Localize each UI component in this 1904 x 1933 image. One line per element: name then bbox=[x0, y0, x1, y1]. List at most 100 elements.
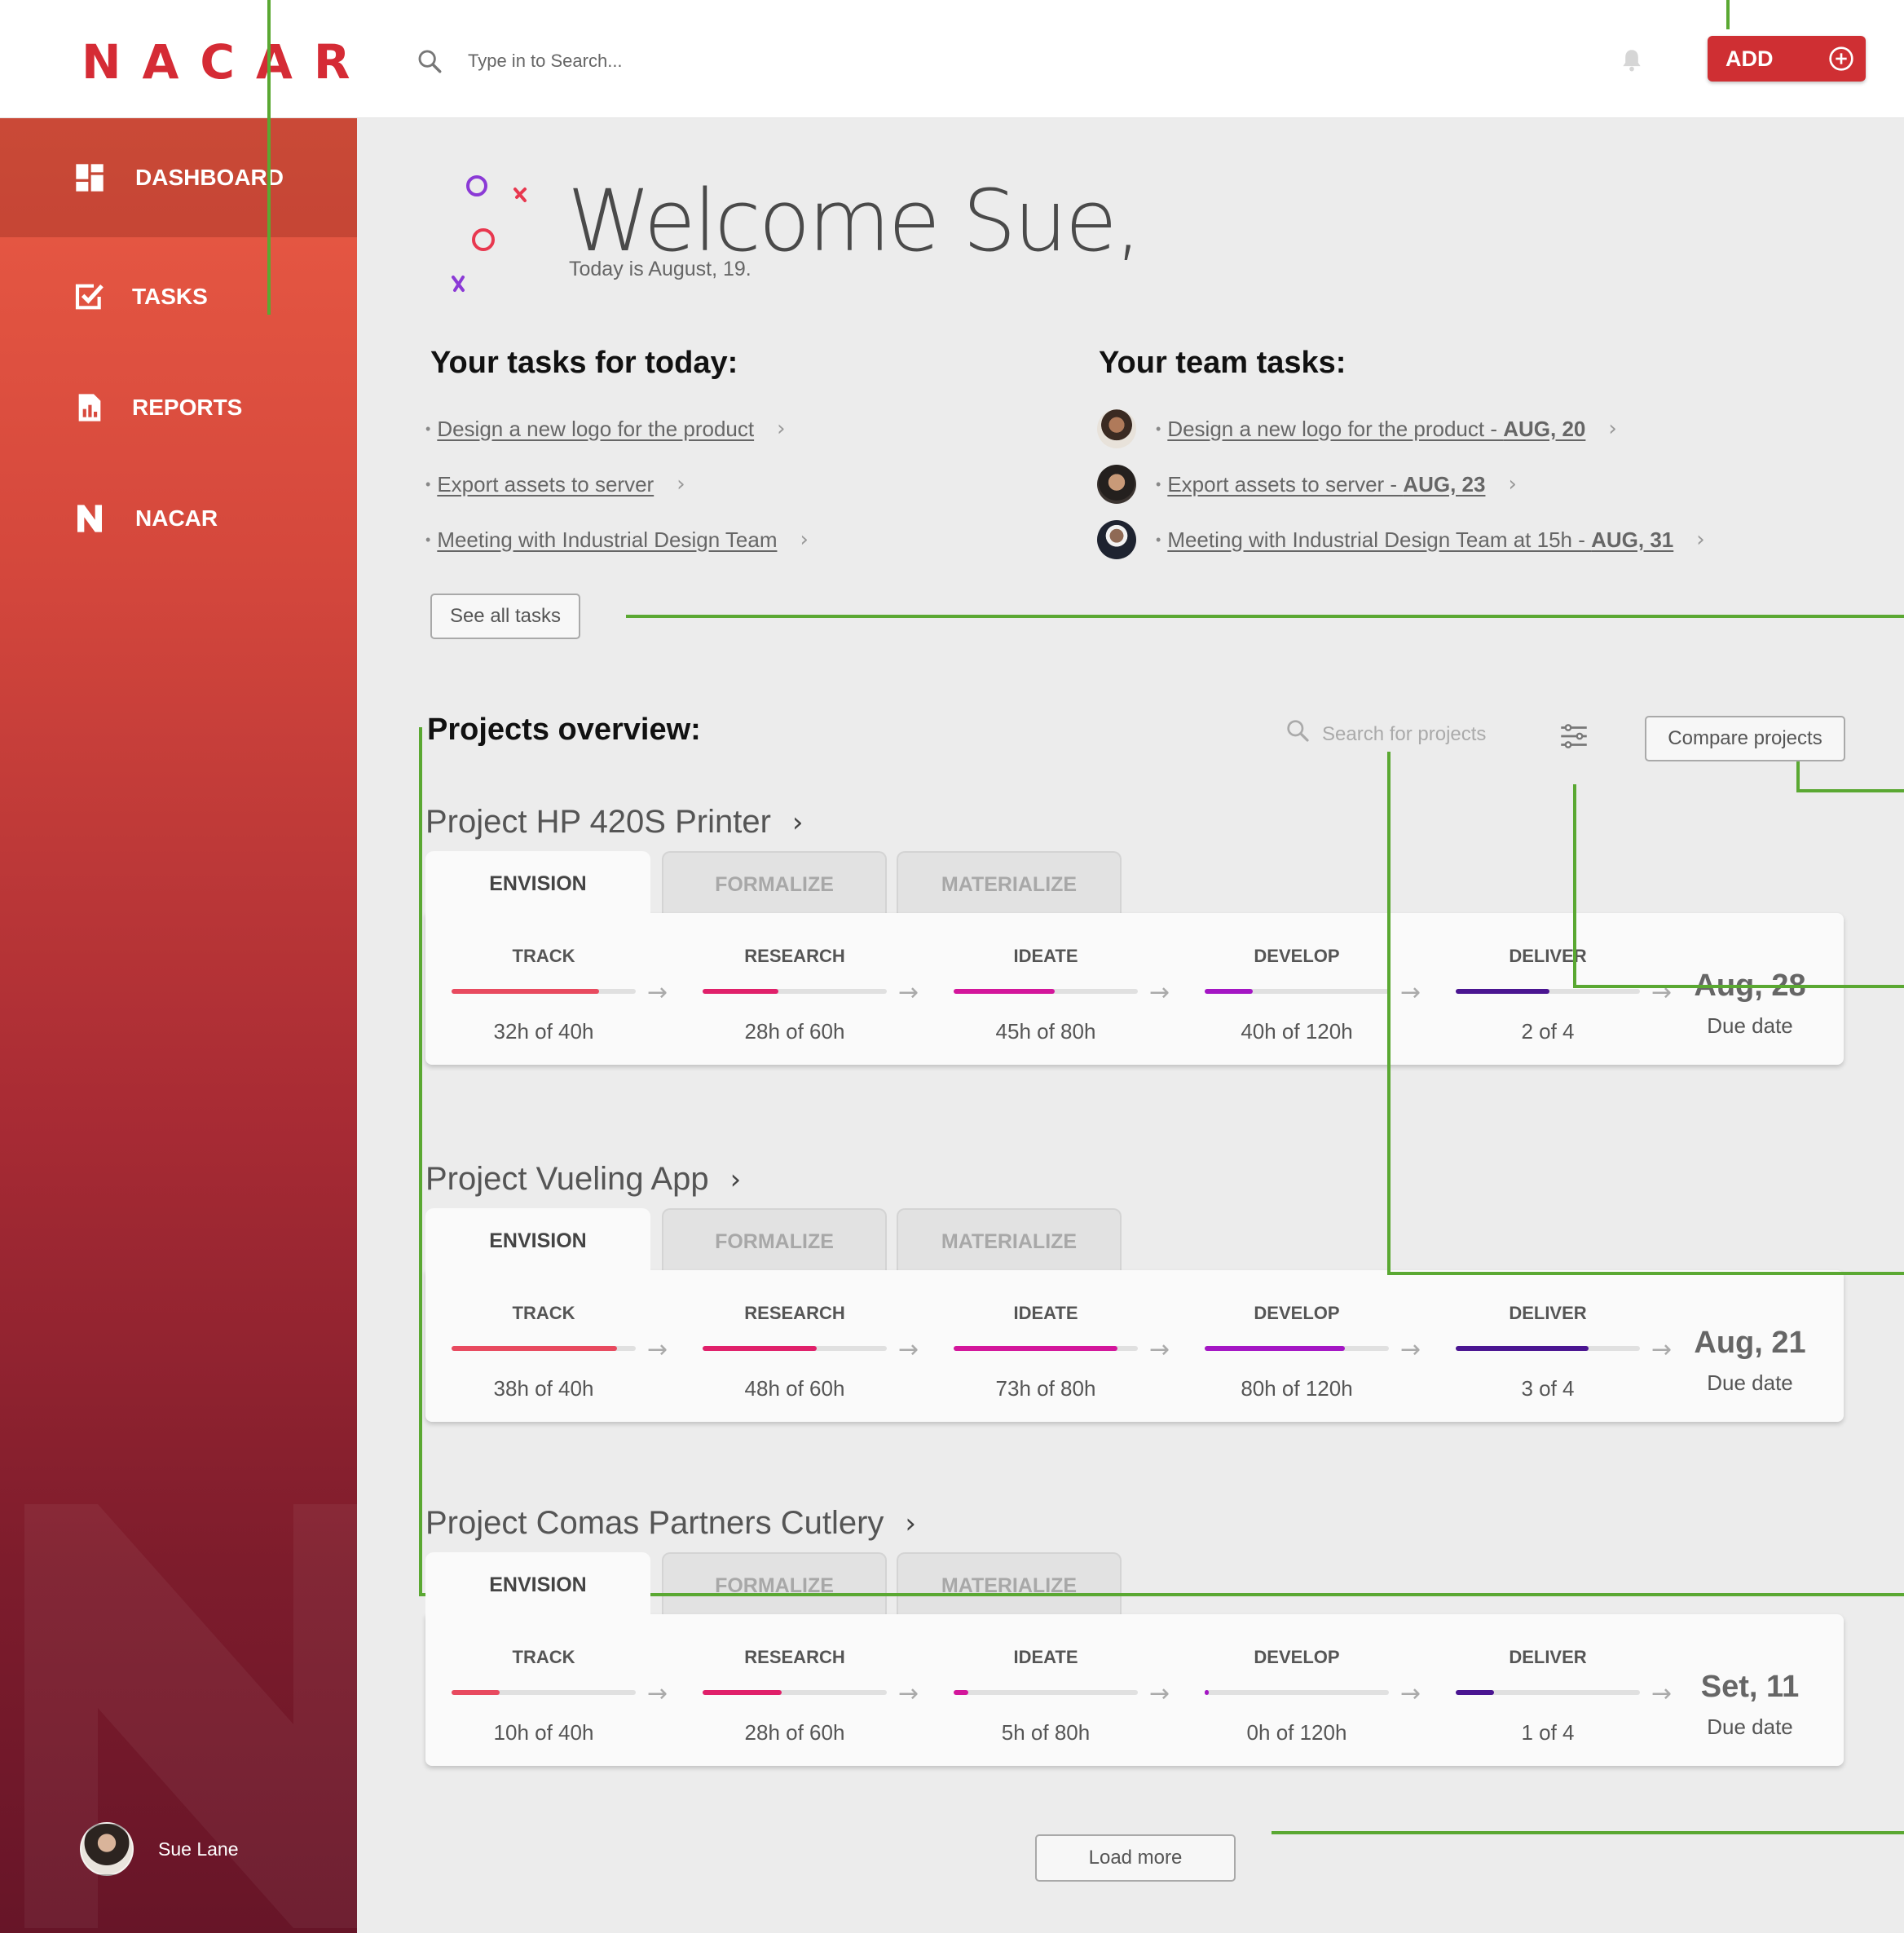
project-title[interactable]: Project Vueling App › bbox=[425, 1161, 741, 1198]
sidebar-item-tasks[interactable]: TASKS bbox=[0, 237, 357, 356]
stage-deliver: DELIVER 3 of 4 bbox=[1456, 1270, 1640, 1422]
global-search-input[interactable] bbox=[468, 42, 957, 80]
stage-value: 10h of 40h bbox=[493, 1720, 594, 1745]
project-title[interactable]: Project Comas Partners Cutlery › bbox=[425, 1505, 916, 1542]
annotation-line bbox=[419, 727, 422, 1596]
progress-bar bbox=[703, 989, 887, 994]
stage-value: 48h of 60h bbox=[744, 1376, 845, 1401]
list-item: • Meeting with Industrial Design Team at … bbox=[1097, 512, 1705, 567]
annotation-line bbox=[1272, 1831, 1904, 1834]
stage-value: 5h of 80h bbox=[1001, 1720, 1091, 1745]
arrow-right-icon: → bbox=[1651, 1335, 1673, 1364]
bell-icon[interactable] bbox=[1618, 46, 1646, 75]
stage-label: DEVELOP bbox=[1254, 1303, 1340, 1323]
stage-develop: DEVELOP 0h of 120h bbox=[1205, 1614, 1389, 1766]
progress-bar-fill bbox=[452, 989, 599, 994]
see-all-tasks-button[interactable]: See all tasks bbox=[430, 594, 580, 639]
project-progress-card: TRACK 32h of 40h → RESEARCH 28h of 60h → IDEAT… bbox=[425, 913, 1844, 1065]
progress-bar bbox=[1456, 989, 1640, 994]
stage-label: DELIVER bbox=[1509, 1647, 1587, 1667]
tab-materialize[interactable]: MATERIALIZE bbox=[897, 851, 1122, 916]
team-task-link[interactable]: Design a new logo for the product - AUG,… bbox=[1167, 417, 1585, 442]
list-item: • Export assets to server - AUG, 23 › bbox=[1097, 457, 1705, 512]
top-bar: NACAR ADD bbox=[0, 0, 1904, 118]
team-task-link[interactable]: Export assets to server - AUG, 23 bbox=[1167, 472, 1485, 497]
compare-projects-button[interactable]: Compare projects bbox=[1645, 716, 1845, 761]
due-date-block: Set, 11 Due date bbox=[1689, 1670, 1811, 1740]
due-date-label: Due date bbox=[1707, 1370, 1793, 1395]
arrow-right-icon: → bbox=[898, 1679, 919, 1708]
filter-sliders-icon[interactable] bbox=[1557, 719, 1591, 753]
task-link[interactable]: Meeting with Industrial Design Team bbox=[437, 527, 777, 553]
stage-develop: DEVELOP 40h of 120h bbox=[1205, 913, 1389, 1065]
nacar-logo[interactable]: NACAR bbox=[82, 34, 372, 90]
arrow-right-icon: → bbox=[1400, 1679, 1421, 1708]
progress-bar bbox=[1205, 989, 1389, 994]
progress-bar bbox=[1205, 1690, 1389, 1695]
progress-bar bbox=[703, 1346, 887, 1351]
checkbox-icon bbox=[75, 284, 104, 310]
annotation-line bbox=[1796, 761, 1800, 792]
plus-circle-icon bbox=[1829, 46, 1853, 71]
annotation-line bbox=[1573, 985, 1904, 988]
sidebar-item-reports[interactable]: REPORTS bbox=[0, 348, 357, 467]
stage-label: DELIVER bbox=[1509, 1303, 1587, 1323]
avatar bbox=[1097, 409, 1136, 448]
chevron-right-icon[interactable]: › bbox=[1696, 527, 1704, 552]
chevron-right-icon[interactable]: › bbox=[777, 417, 785, 441]
stage-label: TRACK bbox=[512, 1303, 575, 1323]
tab-formalize[interactable]: FORMALIZE bbox=[662, 851, 887, 916]
today-date: Today is August, 19. bbox=[569, 258, 751, 280]
stage-value: 2 of 4 bbox=[1521, 1019, 1575, 1044]
sidebar-item-dashboard[interactable]: DASHBOARD bbox=[0, 118, 357, 237]
project-title[interactable]: Project HP 420S Printer › bbox=[425, 804, 804, 841]
chevron-right-icon[interactable]: › bbox=[1608, 417, 1616, 441]
sidebar-item-label: REPORTS bbox=[132, 395, 243, 420]
tab-envision[interactable]: ENVISION bbox=[425, 1208, 650, 1273]
chevron-right-icon[interactable]: › bbox=[1508, 472, 1516, 496]
progress-bar-fill bbox=[954, 1346, 1118, 1351]
project-name: Project Vueling App bbox=[425, 1161, 709, 1197]
due-date-label: Due date bbox=[1707, 1715, 1793, 1739]
team-tasks-list: • Design a new logo for the product - AUG… bbox=[1097, 401, 1705, 567]
load-more-button[interactable]: Load more bbox=[1035, 1834, 1236, 1882]
task-link[interactable]: Export assets to server bbox=[437, 472, 654, 497]
stage-value: 28h of 60h bbox=[744, 1019, 845, 1044]
project-search-input[interactable] bbox=[1322, 717, 1534, 752]
user-name: Sue Lane bbox=[158, 1838, 239, 1860]
user-profile[interactable]: Sue Lane bbox=[80, 1822, 238, 1876]
tab-formalize[interactable]: FORMALIZE bbox=[662, 1552, 887, 1617]
team-task-link[interactable]: Meeting with Industrial Design Team at 1… bbox=[1167, 527, 1673, 553]
add-button[interactable]: ADD bbox=[1708, 36, 1866, 82]
stage-track: TRACK 38h of 40h bbox=[452, 1270, 636, 1422]
stage-label: IDEATE bbox=[1013, 1647, 1078, 1667]
stage-value: 0h of 120h bbox=[1246, 1720, 1347, 1745]
stage-ideate: IDEATE 5h of 80h bbox=[954, 1614, 1138, 1766]
tab-materialize[interactable]: MATERIALIZE bbox=[897, 1552, 1122, 1617]
annotation-line bbox=[1387, 752, 1391, 1275]
tab-envision[interactable]: ENVISION bbox=[425, 1552, 650, 1617]
stage-label: RESEARCH bbox=[744, 946, 845, 966]
due-date: Set, 11 bbox=[1700, 1670, 1800, 1704]
project-progress-card: TRACK 38h of 40h → RESEARCH 48h of 60h → IDEAT… bbox=[425, 1270, 1844, 1422]
arrow-right-icon: → bbox=[1149, 1335, 1170, 1364]
progress-bar-fill bbox=[1456, 1346, 1589, 1351]
tab-formalize[interactable]: FORMALIZE bbox=[662, 1208, 887, 1273]
progress-bar bbox=[1456, 1690, 1640, 1695]
stage-track: TRACK 10h of 40h bbox=[452, 1614, 636, 1766]
due-date: Aug, 21 bbox=[1694, 1326, 1806, 1360]
chevron-right-icon[interactable]: › bbox=[677, 472, 685, 496]
progress-bar bbox=[452, 989, 636, 994]
tab-materialize[interactable]: MATERIALIZE bbox=[897, 1208, 1122, 1273]
sidebar-item-nacar[interactable]: NACAR bbox=[0, 459, 357, 578]
stage-deliver: DELIVER 1 of 4 bbox=[1456, 1614, 1640, 1766]
chevron-right-icon[interactable]: › bbox=[800, 527, 808, 552]
tab-envision[interactable]: ENVISION bbox=[425, 851, 650, 916]
arrow-right-icon: → bbox=[1149, 978, 1170, 1007]
avatar bbox=[1097, 520, 1136, 559]
project-name: Project Comas Partners Cutlery bbox=[425, 1505, 884, 1541]
projects-overview-title: Projects overview: bbox=[427, 713, 701, 747]
sidebar-item-label: DASHBOARD bbox=[135, 165, 284, 190]
stage-label: DEVELOP bbox=[1254, 946, 1340, 966]
task-link[interactable]: Design a new logo for the product bbox=[437, 417, 754, 442]
